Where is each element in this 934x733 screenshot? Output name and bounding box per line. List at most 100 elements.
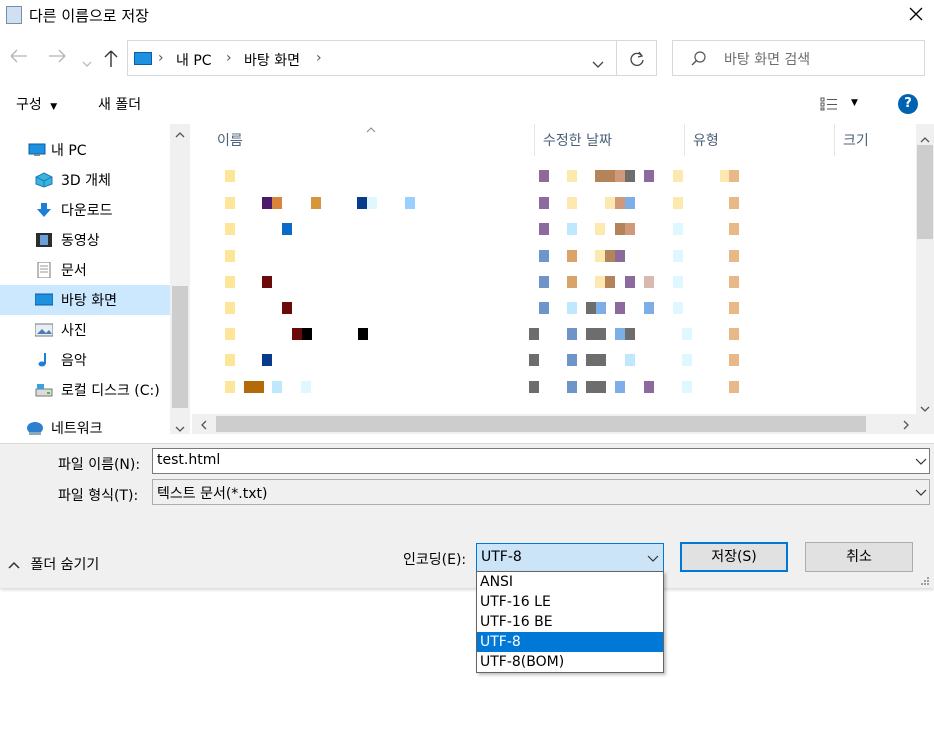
encoding-option-utf8[interactable]: UTF-8 bbox=[477, 632, 663, 652]
scroll-down-icon[interactable] bbox=[175, 420, 185, 436]
column-header-name[interactable]: 이름 bbox=[217, 130, 243, 150]
music-note-icon bbox=[35, 352, 53, 368]
scroll-right-icon[interactable] bbox=[903, 418, 909, 434]
file-list-horizontal-scrollbar[interactable] bbox=[192, 414, 934, 434]
nav-item-desktop[interactable]: 바탕 화면 bbox=[0, 285, 170, 315]
nav-item-pictures[interactable]: 사진 bbox=[0, 315, 170, 345]
encoding-option-utf16be[interactable]: UTF-16 BE bbox=[477, 612, 663, 632]
column-header-type[interactable]: 유형 bbox=[693, 130, 719, 150]
pc-icon bbox=[134, 52, 152, 65]
nav-item-3d-objects[interactable]: 3D 개체 bbox=[0, 165, 170, 195]
forward-arrow-icon[interactable] bbox=[48, 48, 66, 67]
save-as-dialog: 다른 이름으로 저장 › 내 PC › 바탕 화면 › 바탕 화면 검색 구성 … bbox=[0, 0, 934, 588]
search-box[interactable]: 바탕 화면 검색 bbox=[672, 40, 925, 76]
search-placeholder: 바탕 화면 검색 bbox=[724, 52, 811, 68]
column-divider bbox=[834, 124, 835, 156]
save-button[interactable]: 저장(S) bbox=[680, 542, 788, 572]
hide-folders-label: 폴더 숨기기 bbox=[30, 557, 100, 573]
bottom-panel: 파일 이름(N): test.html 파일 형식(T): 텍스트 문서(*.t… bbox=[0, 443, 934, 588]
film-icon bbox=[35, 232, 53, 248]
dialog-title: 다른 이름으로 저장 bbox=[29, 7, 149, 25]
column-divider bbox=[534, 124, 535, 156]
breadcrumb-separator-icon: › bbox=[226, 50, 232, 66]
encoding-label: 인코딩(E): bbox=[403, 552, 467, 568]
notepad-icon bbox=[6, 6, 22, 24]
view-options-icon[interactable] bbox=[820, 97, 840, 115]
recent-locations-chevron-icon[interactable] bbox=[82, 52, 92, 71]
column-header-date-modified[interactable]: 수정한 날짜 bbox=[543, 130, 612, 150]
nav-item-label: 음악 bbox=[61, 353, 87, 369]
breadcrumb-this-pc[interactable]: 내 PC bbox=[176, 50, 212, 70]
refresh-button[interactable] bbox=[617, 40, 657, 76]
search-icon bbox=[691, 51, 706, 66]
filetype-label: 파일 형식(T): bbox=[58, 488, 139, 504]
breadcrumb-separator-icon: › bbox=[158, 50, 164, 66]
caret-down-icon: ▼ bbox=[50, 102, 58, 112]
up-arrow-icon[interactable] bbox=[104, 50, 118, 72]
resize-grip-icon[interactable] bbox=[920, 574, 930, 585]
filetype-select[interactable]: 텍스트 문서(*.txt) bbox=[152, 479, 930, 505]
filetype-value: 텍스트 문서(*.txt) bbox=[157, 486, 268, 502]
cube-icon bbox=[35, 172, 53, 188]
nav-item-label: 동영상 bbox=[61, 233, 100, 249]
scroll-left-icon[interactable] bbox=[201, 418, 207, 434]
view-caret-down-icon[interactable]: ▼ bbox=[851, 98, 858, 108]
organize-menu[interactable]: 구성 ▼ bbox=[16, 94, 57, 114]
breadcrumb-separator-icon: › bbox=[316, 50, 322, 66]
nav-item-network[interactable]: 네트워크 bbox=[0, 413, 170, 443]
breadcrumb-desktop[interactable]: 바탕 화면 bbox=[244, 50, 300, 70]
nav-item-label: 3D 개체 bbox=[61, 173, 111, 189]
filename-label: 파일 이름(N): bbox=[58, 457, 141, 473]
organize-label: 구성 bbox=[16, 97, 42, 113]
encoding-option-ansi[interactable]: ANSI bbox=[477, 572, 663, 592]
refresh-icon bbox=[630, 51, 644, 66]
drive-icon bbox=[35, 382, 53, 398]
address-dropdown-icon[interactable] bbox=[592, 56, 604, 72]
encoding-option-utf8-bom[interactable]: UTF-8(BOM) bbox=[477, 652, 663, 672]
filename-input[interactable]: test.html bbox=[152, 448, 930, 474]
encoding-dropdown-icon bbox=[647, 555, 659, 562]
nav-item-this-pc[interactable]: 내 PC bbox=[0, 135, 170, 165]
nav-item-label: 바탕 화면 bbox=[61, 293, 117, 309]
desktop-icon bbox=[34, 292, 54, 308]
scroll-up-icon[interactable] bbox=[175, 130, 185, 141]
cancel-button[interactable]: 취소 bbox=[805, 542, 913, 572]
nav-item-videos[interactable]: 동영상 bbox=[0, 225, 170, 255]
new-folder-button[interactable]: 새 폴더 bbox=[98, 94, 141, 114]
encoding-value: UTF-8 bbox=[481, 549, 522, 565]
chevron-up-icon bbox=[8, 561, 20, 569]
obscured-file-rows bbox=[192, 160, 916, 412]
network-icon bbox=[26, 420, 44, 436]
encoding-select[interactable]: UTF-8 bbox=[476, 543, 664, 573]
nav-pane-scrollbar[interactable] bbox=[170, 124, 190, 434]
filetype-dropdown-icon bbox=[915, 489, 927, 496]
nav-item-label: 다운로드 bbox=[61, 203, 113, 219]
hide-folders-toggle[interactable]: 폴더 숨기기 bbox=[8, 554, 99, 574]
nav-item-label: 문서 bbox=[61, 263, 87, 279]
back-arrow-icon[interactable] bbox=[10, 48, 28, 67]
horizontal-scroll-thumb[interactable] bbox=[216, 416, 866, 432]
picture-icon bbox=[34, 322, 54, 338]
nav-item-downloads[interactable]: 다운로드 bbox=[0, 195, 170, 225]
nav-item-documents[interactable]: 문서 bbox=[0, 255, 170, 285]
help-icon[interactable]: ? bbox=[898, 94, 918, 114]
nav-item-label: 내 PC bbox=[51, 143, 87, 159]
close-icon[interactable] bbox=[905, 3, 927, 25]
nav-item-music[interactable]: 음악 bbox=[0, 345, 170, 375]
nav-item-label: 사진 bbox=[61, 323, 87, 339]
column-divider bbox=[684, 124, 685, 156]
file-list-scrollbar[interactable] bbox=[916, 124, 934, 414]
filename-dropdown-icon[interactable] bbox=[915, 458, 927, 465]
address-bar[interactable]: › 내 PC › 바탕 화면 › bbox=[127, 40, 617, 76]
column-header-size[interactable]: 크기 bbox=[843, 130, 869, 150]
nav-item-local-disk[interactable]: 로컬 디스크 (C:) bbox=[0, 375, 170, 405]
document-icon bbox=[35, 261, 53, 279]
sort-ascending-icon bbox=[366, 121, 376, 137]
nav-item-label: 로컬 디스크 (C:) bbox=[61, 383, 160, 399]
download-arrow-icon bbox=[35, 202, 53, 218]
file-list-scroll-thumb[interactable] bbox=[917, 145, 933, 239]
pc-icon bbox=[28, 142, 46, 158]
nav-pane-scroll-thumb[interactable] bbox=[172, 286, 188, 408]
nav-item-label: 네트워크 bbox=[51, 421, 103, 437]
encoding-option-utf16le[interactable]: UTF-16 LE bbox=[477, 592, 663, 612]
